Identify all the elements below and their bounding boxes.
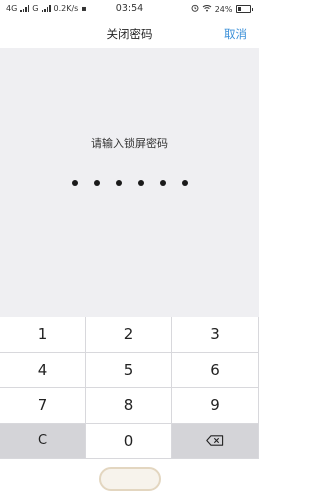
password-dot bbox=[137, 180, 144, 186]
status-bar: 4G G 0.2K/s ▪ 03:54 24% bbox=[0, 0, 259, 18]
key-2[interactable]: 2 bbox=[86, 317, 172, 353]
key-3[interactable]: 3 bbox=[172, 317, 259, 353]
key-6[interactable]: 6 bbox=[172, 352, 259, 388]
wifi-icon bbox=[202, 4, 212, 14]
password-prompt: 请输入锁屏密码 bbox=[91, 137, 168, 150]
cancel-button[interactable]: 取消 bbox=[224, 26, 247, 42]
key-5[interactable]: 5 bbox=[86, 352, 172, 388]
password-dot bbox=[93, 180, 100, 186]
password-dot bbox=[115, 180, 122, 186]
nav-bar: 关闭密码 取消 bbox=[0, 18, 259, 48]
password-entry-area: 请输入锁屏密码 bbox=[0, 48, 259, 317]
battery-icon bbox=[235, 5, 251, 13]
key-1[interactable]: 1 bbox=[0, 317, 86, 353]
battery-percent: 24% bbox=[214, 4, 233, 14]
alarm-icon bbox=[191, 4, 199, 14]
page-title: 关闭密码 bbox=[106, 27, 153, 41]
key-7[interactable]: 7 bbox=[0, 388, 86, 424]
backspace-key[interactable] bbox=[172, 423, 259, 459]
home-button[interactable] bbox=[99, 467, 161, 491]
password-dot bbox=[71, 180, 78, 186]
key-8[interactable]: 8 bbox=[86, 388, 172, 424]
backspace-icon bbox=[206, 435, 224, 446]
status-right: 24% bbox=[191, 4, 253, 14]
password-dots bbox=[0, 180, 259, 186]
numeric-keypad: 1 2 3 4 5 6 7 8 9 C 0 bbox=[0, 317, 259, 459]
key-4[interactable]: 4 bbox=[0, 352, 86, 388]
password-dot bbox=[159, 180, 166, 186]
key-0[interactable]: 0 bbox=[86, 423, 172, 459]
key-9[interactable]: 9 bbox=[172, 388, 259, 424]
password-dot bbox=[181, 180, 188, 186]
home-area bbox=[0, 459, 259, 500]
clear-key[interactable]: C bbox=[0, 423, 86, 459]
